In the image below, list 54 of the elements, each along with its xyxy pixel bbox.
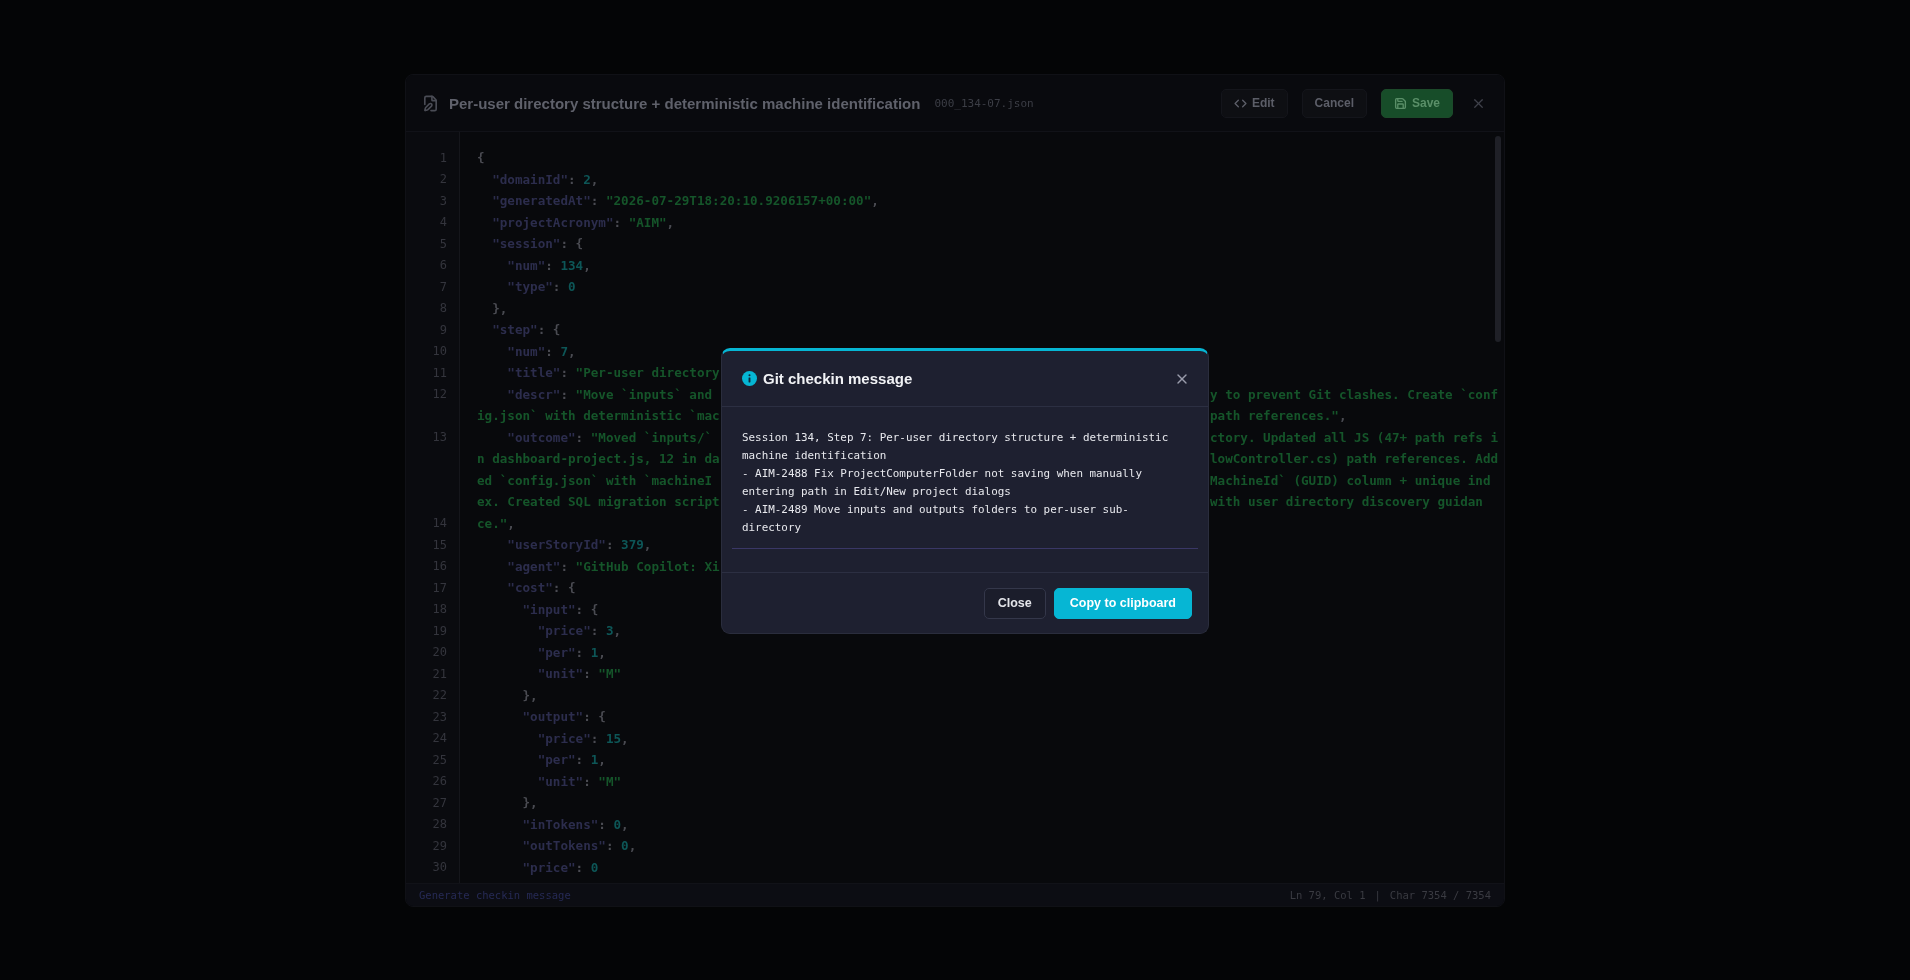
code-line: "num": 7, (506, 343, 576, 359)
code-line: "price": 3, (536, 623, 622, 639)
code-line: ex. Created SQL migration script (477, 494, 720, 510)
code-line: "agent": "GitHub Copilot: Xi (506, 558, 720, 574)
code-line: "price": 0 (521, 859, 599, 875)
code-line: "descr": "Move `inputs` and (506, 386, 713, 402)
code-line: "unit": "M" (536, 666, 622, 682)
code-line: "outcome": "Moved `inputs/` (506, 429, 713, 445)
code-line: }, (521, 687, 538, 703)
code-line: "userStoryId": 379, (506, 537, 652, 553)
code-line: "session": { (491, 236, 584, 252)
code-line: "outTokens": 0, (521, 838, 637, 854)
code-line: with user directory discovery guidan (1210, 494, 1483, 510)
code-line: }, (491, 300, 508, 316)
save-icon (1393, 96, 1407, 110)
code-line: "title": "Per-user directory (506, 365, 720, 381)
code-line: "type": 0 (506, 279, 576, 295)
code-line: "input": { (521, 601, 599, 617)
code-line: ce.", (477, 515, 515, 531)
code-line: { (477, 150, 485, 166)
code-line: n dashboard-project.js, 12 in da (477, 451, 720, 467)
code-line: ig.json` with deterministic `mac (477, 408, 720, 424)
code-line: "unit": "M" (536, 773, 622, 789)
code-line: ed `config.json` with `machineI (477, 472, 713, 488)
code-line: ctory. Updated all JS (47+ path refs i (1210, 429, 1499, 445)
code-line: MachineId` (GUID) column + unique ind (1210, 472, 1491, 488)
window-title: Per-user directory structure + deterministic machine identification (449, 94, 921, 112)
close-button[interactable]: Close (983, 587, 1046, 619)
code-line: "domainId": 2, (491, 171, 599, 187)
copy-button[interactable]: Copy to clipboard (1053, 587, 1192, 619)
code-line: y to prevent Git clashes. Create `conf (1210, 386, 1499, 402)
code-line: "per": 1, (536, 752, 606, 768)
code-line: "output": { (521, 709, 606, 725)
cancel-button[interactable]: Cancel (1301, 88, 1367, 118)
file-name: 000_134-07.json (934, 96, 1034, 110)
code-line: "step": { (491, 322, 561, 338)
edit-button[interactable]: Edit (1220, 88, 1288, 118)
scrollbar[interactable] (1495, 136, 1501, 342)
separator: | (1374, 889, 1381, 901)
code-line: "cost": { (506, 580, 576, 596)
code-line: path references.", (1210, 408, 1347, 424)
code-line: "price": 15, (536, 730, 629, 746)
code-line: "inTokens": 0, (521, 816, 629, 832)
checkin-message: Session 134, Step 7: Per-user directory structure + deterministic machine identification - AIM-2488 Fix ProjectComputerFolder not saving when manually entering path in Edit/New project dialogs - AIM-2489 Move inputs and outputs folders to per-user sub-directory (741, 430, 1170, 536)
dialog-title: Git checkin message (763, 370, 913, 387)
file-edit-icon (422, 94, 439, 112)
code-line: }, (521, 795, 538, 811)
code-line: "projectAcronym": "AIM", (491, 214, 675, 230)
save-button[interactable]: Save (1380, 88, 1453, 118)
code-line: lowController.cs) path references. Add (1210, 451, 1499, 467)
info-icon (742, 371, 757, 386)
code-line: "generatedAt": "2026-07-29T18:20:10.9206157+00:00", (491, 193, 879, 209)
code-line: "per": 1, (536, 644, 606, 660)
code-line: "num": 134, (506, 257, 591, 273)
